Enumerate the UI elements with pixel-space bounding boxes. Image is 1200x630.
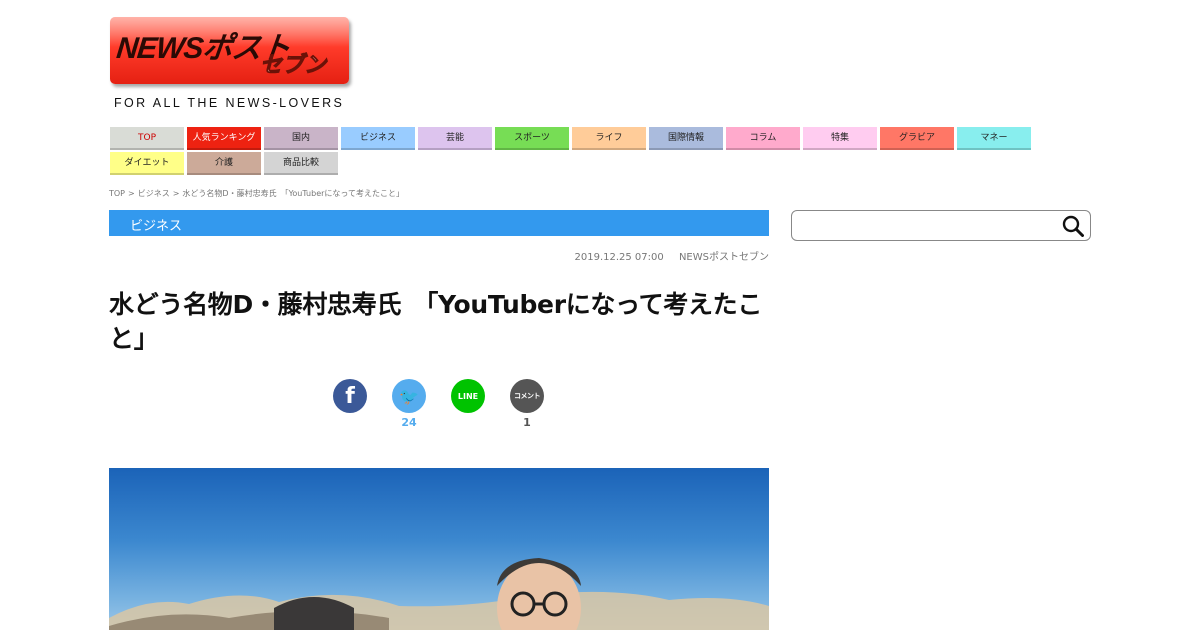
twitter-share-button[interactable]: 🐦 24 — [391, 379, 427, 430]
nav-item-13[interactable]: 介護 — [187, 152, 261, 175]
twitter-icon: 🐦 — [392, 379, 426, 413]
category-header-label: ビジネス — [130, 219, 183, 234]
site-logo[interactable]: NEWSポスト セブン — [110, 17, 349, 84]
comment-icon: コメント — [510, 379, 544, 413]
nav-item-2[interactable]: 国内 — [264, 127, 338, 150]
breadcrumb-separator: > — [172, 189, 180, 198]
breadcrumb-item[interactable]: TOP — [109, 189, 125, 198]
article-date: 2019.12.25 07:00 — [574, 252, 664, 263]
search-input[interactable] — [800, 214, 1054, 238]
nav-item-3[interactable]: ビジネス — [341, 127, 415, 150]
facebook-share-count — [332, 416, 368, 430]
site-tagline: FOR ALL THE NEWS-LOVERS — [114, 96, 345, 110]
nav-item-11[interactable]: マネー — [957, 127, 1031, 150]
nav-item-10[interactable]: グラビア — [880, 127, 954, 150]
search-box — [791, 210, 1091, 241]
article-source: NEWSポストセブン — [678, 252, 769, 263]
nav-item-0[interactable]: TOP — [110, 127, 184, 150]
twitter-share-count: 24 — [401, 416, 417, 429]
search-icon[interactable] — [1062, 215, 1084, 237]
comment-share-button[interactable]: コメント 1 — [509, 379, 545, 430]
nav-item-1[interactable]: 人気ランキング — [187, 127, 261, 150]
nav-item-4[interactable]: 芸能 — [418, 127, 492, 150]
line-share-button[interactable]: LINE — [450, 379, 486, 430]
breadcrumb: TOP > ビジネス > 水どう名物D・藤村忠寿氏 「YouTuberになって考えたこと… — [109, 188, 407, 199]
breadcrumb-item[interactable]: ビジネス — [138, 189, 170, 198]
comment-share-count: 1 — [523, 416, 531, 429]
nav-item-9[interactable]: 特集 — [803, 127, 877, 150]
breadcrumb-separator: > — [128, 189, 135, 198]
nav-item-6[interactable]: ライフ — [572, 127, 646, 150]
nav-item-7[interactable]: 国際情報 — [649, 127, 723, 150]
line-share-count — [450, 416, 486, 430]
nav-item-5[interactable]: スポーツ — [495, 127, 569, 150]
photo-scene — [109, 558, 769, 630]
logo-text-seven: セブン — [259, 53, 327, 79]
nav-item-8[interactable]: コラム — [726, 127, 800, 150]
article-headline: 水どう名物D・藤村忠寿氏 「YouTuberになって考えたこと」 — [109, 290, 763, 353]
line-icon: LINE — [451, 379, 485, 413]
category-header-bar: ビジネス — [109, 210, 769, 236]
nav-item-12[interactable]: ダイエット — [110, 152, 184, 175]
facebook-icon: f — [333, 379, 367, 413]
article-photo — [109, 468, 769, 630]
facebook-share-button[interactable]: f — [332, 379, 368, 430]
breadcrumb-item[interactable]: 水どう名物D・藤村忠寿氏 「YouTuberになって考えたこと」 — [182, 189, 404, 198]
article-meta: 2019.12.25 07:00 NEWSポストセブン — [575, 248, 770, 263]
nav-item-14[interactable]: 商品比較 — [264, 152, 338, 175]
